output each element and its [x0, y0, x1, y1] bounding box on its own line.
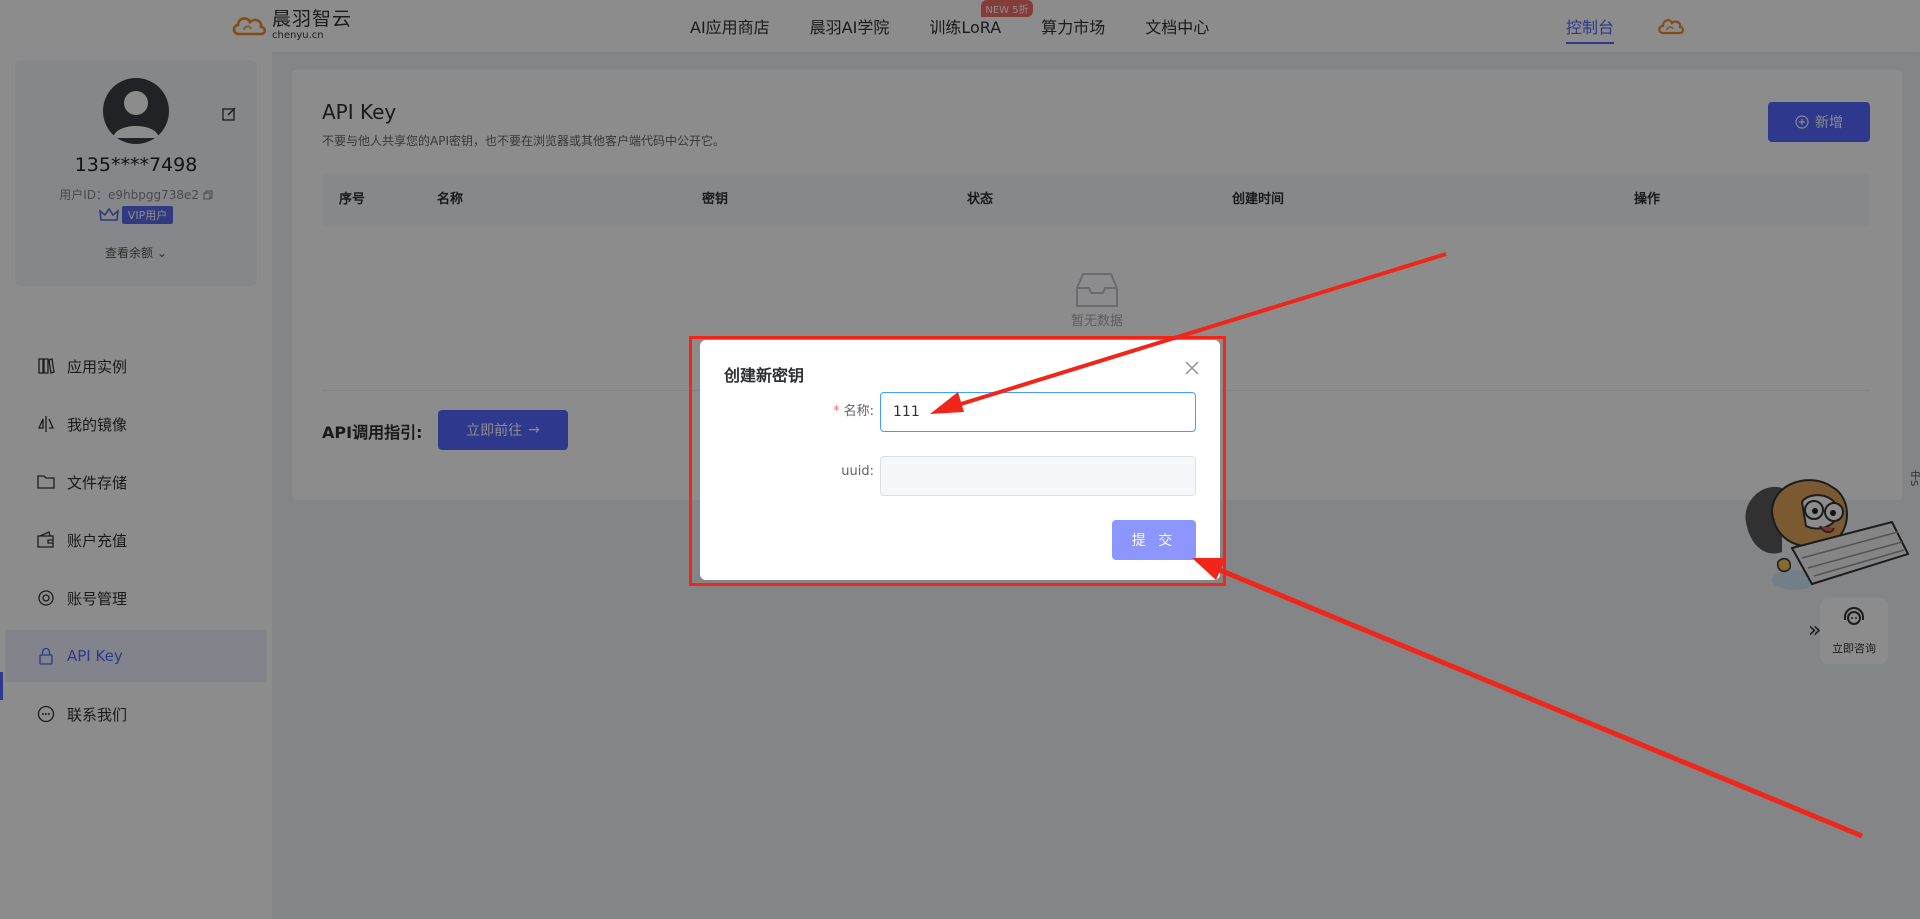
annotation-highlight-box — [689, 336, 1226, 586]
